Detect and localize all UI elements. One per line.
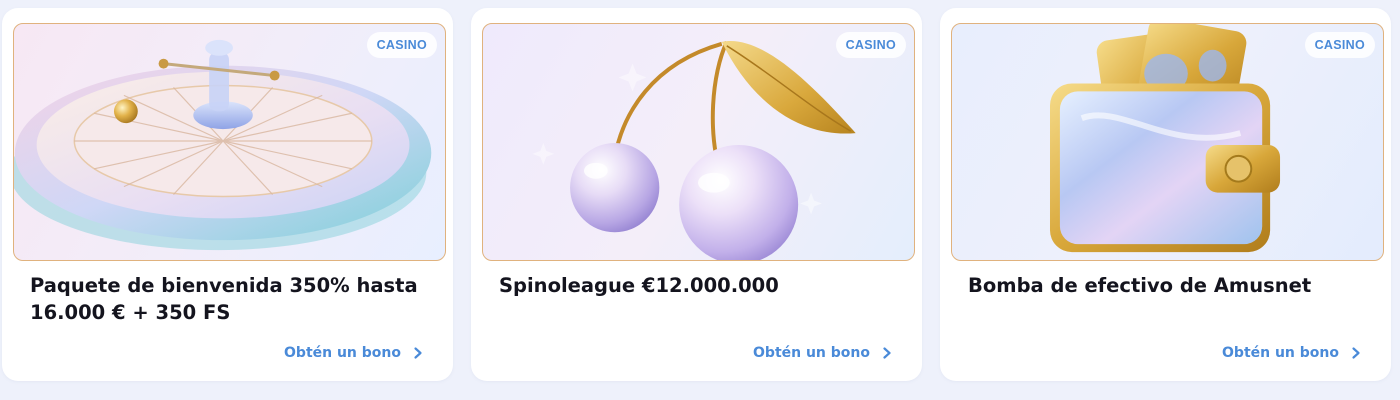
- chevron-right-icon: [880, 346, 894, 360]
- promo-card-list: CASINO Paquete de bienvenida 350% hasta …: [0, 0, 1400, 400]
- wallet-illustration: CASINO: [951, 23, 1384, 261]
- promo-title: Bomba de efectivo de Amusnet: [968, 274, 1312, 297]
- wallet-image: [1049, 24, 1281, 253]
- get-bonus-link[interactable]: Obtén un bono: [753, 342, 894, 364]
- promo-card[interactable]: CASINO Bomba de efectivo de Amusnet Obté…: [940, 8, 1391, 381]
- get-bonus-link[interactable]: Obtén un bono: [284, 342, 425, 364]
- chevron-right-icon: [411, 346, 425, 360]
- category-badge: CASINO: [366, 32, 437, 58]
- cherries-image: [532, 41, 856, 260]
- category-badge: CASINO: [835, 32, 906, 58]
- promo-title: Spinoleague €12.000.000: [499, 274, 779, 297]
- chevron-right-icon: [1349, 346, 1363, 360]
- category-badge: CASINO: [1304, 32, 1375, 58]
- cherries-illustration: CASINO: [482, 23, 915, 261]
- get-bonus-label: Obtén un bono: [1222, 345, 1339, 361]
- promo-card[interactable]: CASINO Paquete de bienvenida 350% hasta …: [2, 8, 453, 381]
- get-bonus-label: Obtén un bono: [284, 345, 401, 361]
- roulette-image: [14, 39, 432, 251]
- promo-title: Paquete de bienvenida 350% hasta 16.000 …: [30, 274, 418, 324]
- roulette-wheel-illustration: CASINO: [13, 23, 446, 261]
- promo-card[interactable]: CASINO Spinoleague €12.000.000 Obtén un …: [471, 8, 922, 381]
- get-bonus-label: Obtén un bono: [753, 345, 870, 361]
- get-bonus-link[interactable]: Obtén un bono: [1222, 342, 1363, 364]
